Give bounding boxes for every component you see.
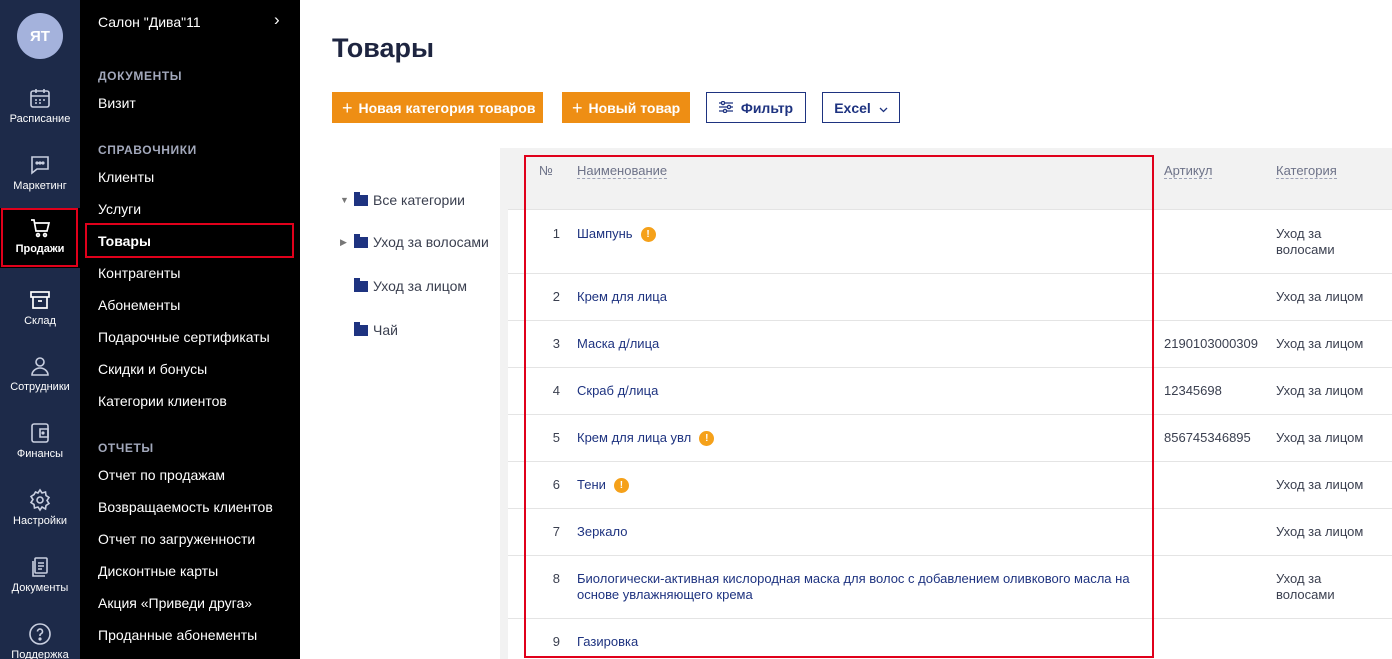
menu-item-discount-cards[interactable]: Дисконтные карты: [98, 563, 218, 579]
documents-icon: [28, 555, 52, 579]
product-sku: 856745346895: [1164, 430, 1251, 445]
menu-item-contractors[interactable]: Контрагенты: [98, 265, 180, 281]
menu-item-load-report[interactable]: Отчет по загруженности: [98, 531, 255, 547]
rail-label: Расписание: [9, 113, 71, 125]
plus-icon: +: [572, 97, 583, 118]
category-tree: ▼ Все категории ▶ Уход за волосами Уход …: [300, 148, 500, 659]
product-category: Уход за лицом: [1276, 336, 1364, 351]
salon-name[interactable]: Салон "Дива"11: [98, 14, 201, 30]
caret-right-icon[interactable]: ▶: [340, 237, 354, 248]
product-category: Уход за волосами: [1276, 571, 1335, 602]
rail-label: Финансы: [16, 448, 64, 460]
menu-item-sold-subscriptions[interactable]: Проданные абонементы: [98, 627, 257, 643]
main-content: Товары + Новая категория товаров + Новый…: [300, 0, 1392, 659]
side-menu: Салон "Дива"11 › ДОКУМЕНТЫ Визит СПРАВОЧ…: [80, 0, 300, 659]
app-root: ЯТ Расписание Маркетинг Продажи Склад Со…: [0, 0, 1392, 659]
rail-label: Поддержка: [11, 649, 69, 659]
product-category: Уход за лицом: [1276, 430, 1364, 445]
button-label: Excel: [834, 99, 871, 116]
user-icon: [28, 354, 52, 378]
rail-item-staff[interactable]: Сотрудники: [0, 346, 80, 406]
menu-item-gift-certificates[interactable]: Подарочные сертификаты: [98, 329, 270, 345]
product-category: Уход за лицом: [1276, 289, 1364, 304]
rail-label: Настройки: [13, 515, 67, 527]
sliders-icon: [718, 100, 733, 116]
highlight-box-table: [524, 155, 1154, 658]
tree-item-tea[interactable]: Чай: [354, 321, 398, 338]
tree-label: Уход за волосами: [373, 234, 489, 250]
tree-item-hair[interactable]: ▶ Уход за волосами: [340, 233, 489, 250]
column-header-sku[interactable]: Артикул: [1164, 163, 1213, 179]
product-category: Уход за лицом: [1276, 383, 1364, 398]
menu-section-reports: ОТЧЕТЫ: [98, 441, 154, 455]
button-label: Фильтр: [740, 99, 794, 116]
rail-item-warehouse[interactable]: Склад: [0, 280, 80, 340]
rail-item-finance[interactable]: Финансы: [0, 413, 80, 473]
folder-icon: [354, 277, 368, 292]
highlight-box-rail: [1, 208, 78, 267]
product-sku: 12345698: [1164, 383, 1222, 398]
caret-down-icon[interactable]: ▼: [340, 195, 354, 205]
menu-section-references: СПРАВОЧНИКИ: [98, 143, 197, 157]
wallet-icon: [28, 421, 52, 445]
folder-icon: [354, 321, 368, 336]
page-title: Товары: [332, 33, 435, 63]
product-category: Уход за лицом: [1276, 477, 1364, 492]
menu-item-client-categories[interactable]: Категории клиентов: [98, 393, 227, 409]
menu-item-subscriptions[interactable]: Абонементы: [98, 297, 180, 313]
highlight-box-menu: [85, 223, 294, 258]
menu-item-sales-report[interactable]: Отчет по продажам: [98, 467, 225, 483]
rail-item-documents[interactable]: Документы: [0, 547, 80, 607]
button-label: Новый товар: [588, 99, 681, 116]
tree-item-face[interactable]: Уход за лицом: [354, 277, 468, 294]
icon-rail: ЯТ Расписание Маркетинг Продажи Склад Со…: [0, 0, 80, 659]
menu-item-referral-promo[interactable]: Акция «Приведи друга»: [98, 595, 252, 611]
menu-item-client-retention[interactable]: Возвращаемость клиентов: [98, 499, 273, 515]
product-sku: 2190103000309: [1164, 336, 1258, 351]
button-label: Новая категория товаров: [358, 99, 536, 116]
archive-icon: [28, 288, 52, 312]
rail-item-settings[interactable]: Настройки: [0, 480, 80, 540]
product-category: Уход за лицом: [1276, 524, 1364, 539]
tree-label: Чай: [373, 322, 398, 338]
gear-icon: [28, 488, 52, 512]
new-product-button[interactable]: + Новый товар: [562, 92, 690, 123]
menu-item-services[interactable]: Услуги: [98, 201, 141, 217]
rail-label: Маркетинг: [13, 180, 67, 192]
rail-label: Документы: [11, 582, 69, 594]
rail-label: Склад: [24, 315, 56, 327]
calendar-icon: [28, 86, 52, 110]
chat-icon: [28, 153, 52, 177]
menu-item-discounts[interactable]: Скидки и бонусы: [98, 361, 207, 377]
rail-item-support[interactable]: Поддержка: [0, 614, 80, 659]
chevron-down-icon: [879, 100, 888, 116]
rail-item-marketing[interactable]: Маркетинг: [0, 145, 80, 205]
tree-item-all[interactable]: ▼ Все категории: [340, 191, 465, 208]
tree-label: Все категории: [373, 192, 465, 208]
folder-icon: [354, 233, 368, 248]
new-category-button[interactable]: + Новая категория товаров: [332, 92, 543, 123]
column-header-category[interactable]: Категория: [1276, 163, 1337, 179]
menu-section-documents: ДОКУМЕНТЫ: [98, 69, 183, 83]
help-icon: [28, 622, 52, 646]
filter-button[interactable]: Фильтр: [706, 92, 806, 123]
tree-label: Уход за лицом: [373, 278, 468, 294]
rail-item-schedule[interactable]: Расписание: [0, 78, 80, 138]
chevron-right-icon[interactable]: ›: [274, 10, 280, 30]
plus-icon: +: [342, 97, 353, 118]
folder-icon: [354, 191, 368, 206]
menu-item-visit[interactable]: Визит: [98, 95, 136, 111]
excel-dropdown[interactable]: Excel: [822, 92, 900, 123]
avatar[interactable]: ЯТ: [17, 13, 63, 59]
menu-item-clients[interactable]: Клиенты: [98, 169, 154, 185]
rail-label: Сотрудники: [10, 381, 70, 393]
product-category: Уход за волосами: [1276, 226, 1335, 257]
